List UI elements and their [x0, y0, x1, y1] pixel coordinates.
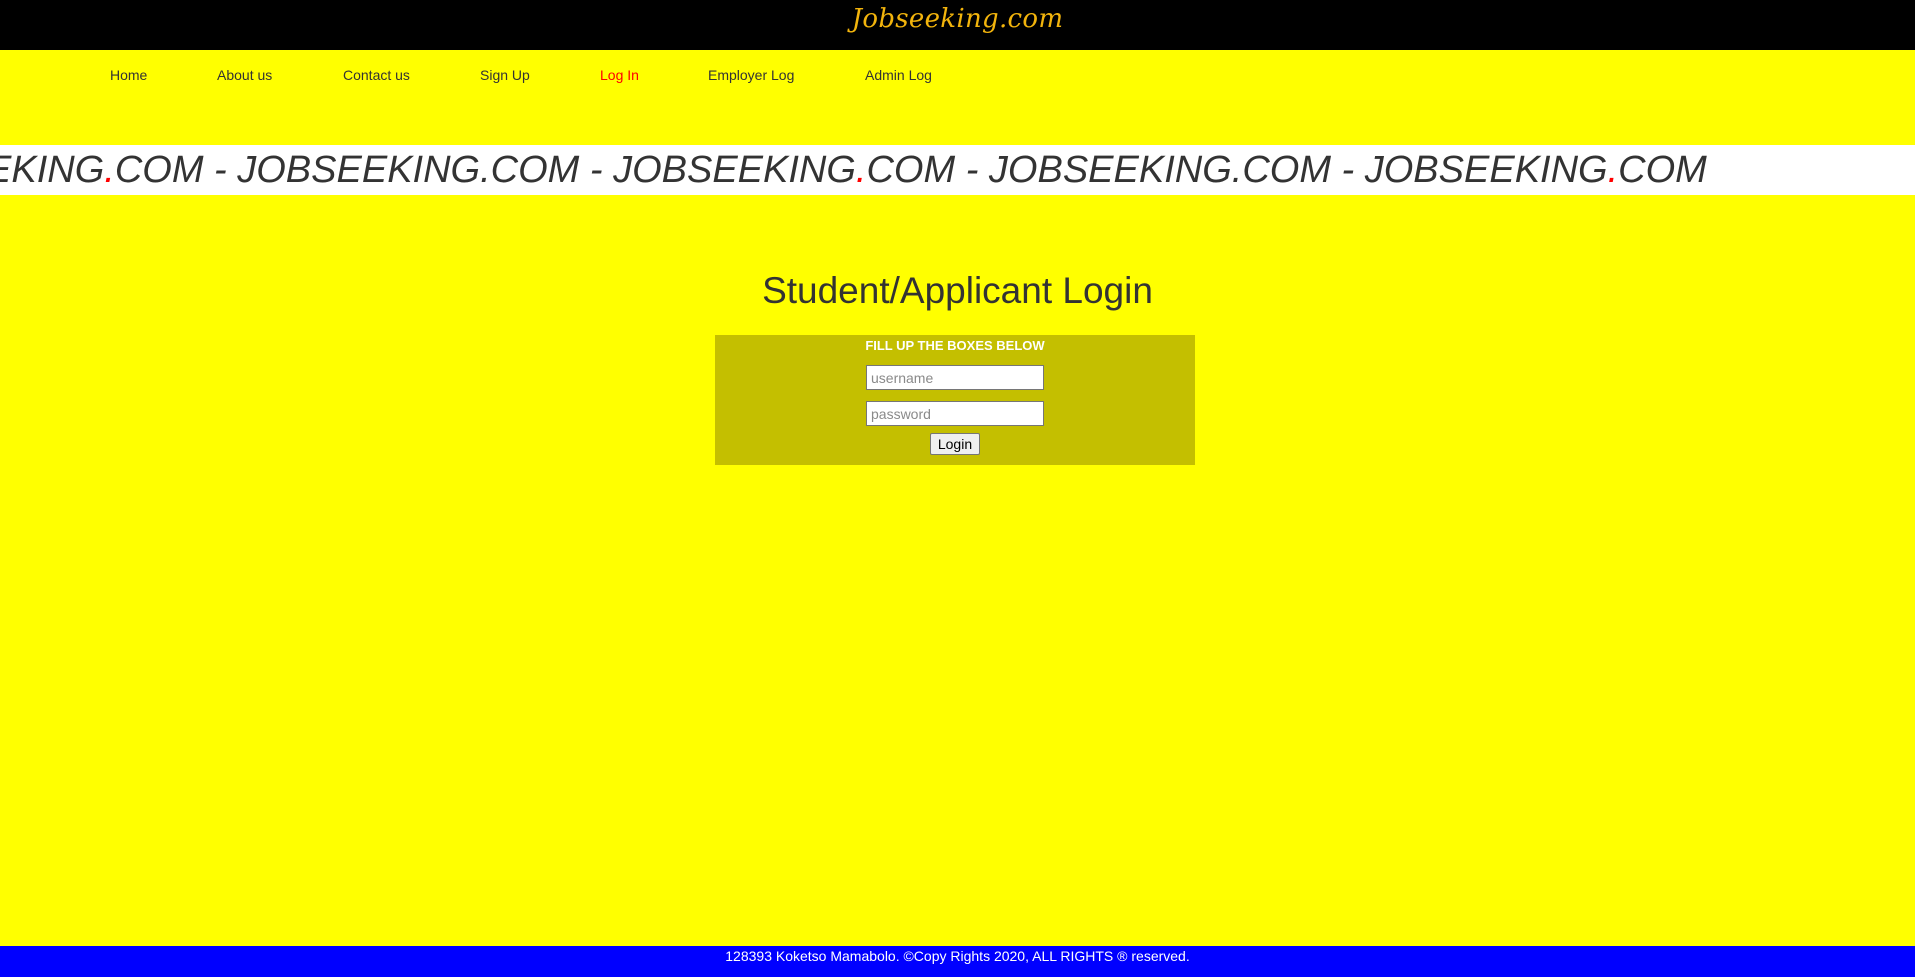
- footer-copyright: 128393 Koketso Mamabolo. ©Copy Rights 20…: [725, 948, 1190, 964]
- footer: 128393 Koketso Mamabolo. ©Copy Rights 20…: [0, 946, 1915, 977]
- login-form-heading: FILL UP THE BOXES BELOW: [865, 338, 1045, 353]
- marquee-segment: JOBSEEKING.COM: [1364, 149, 1707, 191]
- top-header: Jobseeking.com: [0, 0, 1915, 50]
- login-button[interactable]: Login: [930, 433, 980, 455]
- page-title: Student/Applicant Login: [762, 270, 1153, 311]
- marquee-text: EKING.COM - JOBSEEKING.COM - JOBSEEKING.…: [0, 145, 1707, 195]
- marquee-segment: EKING.COM -: [0, 149, 238, 191]
- nav-employer-log[interactable]: Employer Log: [708, 67, 794, 83]
- marquee-segment: JOBSEEKING.COM -: [237, 149, 614, 191]
- marquee-segment: JOBSEEKING.COM -: [988, 149, 1365, 191]
- main-nav: Home About us Contact us Sign Up Log In …: [0, 50, 1915, 100]
- password-input[interactable]: [866, 401, 1044, 426]
- nav-contact-us[interactable]: Contact us: [343, 67, 410, 83]
- login-form: FILL UP THE BOXES BELOW Login: [715, 335, 1195, 465]
- nav-about-us[interactable]: About us: [217, 67, 272, 83]
- scrolling-marquee: EKING.COM - JOBSEEKING.COM - JOBSEEKING.…: [0, 145, 1915, 195]
- nav-sign-up[interactable]: Sign Up: [480, 67, 530, 83]
- username-input[interactable]: [866, 365, 1044, 390]
- marquee-segment: JOBSEEKING.COM -: [613, 149, 989, 191]
- nav-admin-log[interactable]: Admin Log: [865, 67, 932, 83]
- site-logo-title[interactable]: Jobseeking.com: [0, 4, 1915, 34]
- nav-log-in[interactable]: Log In: [600, 67, 639, 83]
- nav-home[interactable]: Home: [110, 67, 147, 83]
